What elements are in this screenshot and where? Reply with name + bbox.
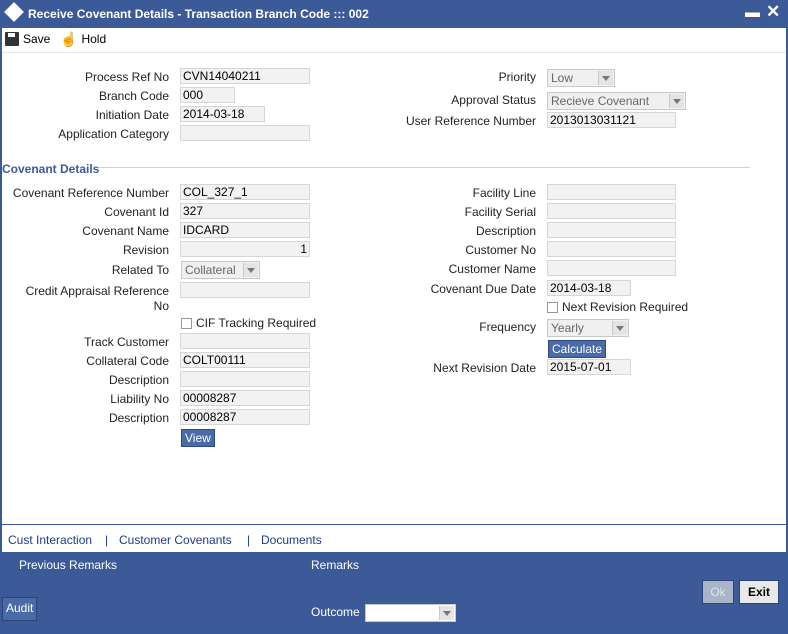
previous-remarks-label[interactable]: Previous Remarks bbox=[19, 558, 117, 572]
covenant-id-label: Covenant Id bbox=[104, 205, 169, 219]
liability-no-label: Liability No bbox=[110, 392, 169, 406]
chevron-down-icon bbox=[669, 94, 684, 108]
toolbar: Save ☝ Hold bbox=[2, 28, 786, 53]
related-to-value: Collateral bbox=[185, 263, 236, 277]
process-ref-no-label: Process Ref No bbox=[84, 70, 169, 84]
application-category-label: Application Category bbox=[58, 127, 169, 141]
facility-serial-field[interactable] bbox=[547, 203, 676, 219]
priority-value: Low bbox=[551, 71, 574, 85]
checkbox-box bbox=[547, 301, 558, 313]
initiation-date-field[interactable]: 2014-03-18 bbox=[180, 106, 265, 122]
track-customer-label: Track Customer bbox=[84, 335, 169, 349]
description2-field[interactable]: 00008287 bbox=[180, 409, 310, 425]
process-ref-no-field[interactable]: CVN14040211 bbox=[180, 68, 310, 84]
covenant-name-field[interactable]: IDCARD bbox=[180, 222, 310, 238]
frequency-value: Yearly bbox=[551, 321, 584, 335]
approval-status-label: Approval Status bbox=[451, 93, 536, 107]
next-revision-date-field[interactable]: 2015-07-01 bbox=[547, 359, 631, 375]
priority-select[interactable]: Low bbox=[547, 69, 615, 87]
description2-label: Description bbox=[108, 411, 169, 425]
revision-label: Revision bbox=[122, 243, 169, 257]
minimize-icon[interactable]: ▬ bbox=[745, 4, 760, 21]
approval-status-select[interactable]: Recieve Covenant bbox=[547, 92, 686, 110]
links-bar: Cust Interaction | Customer Covenants | … bbox=[2, 524, 786, 553]
customer-no-label: Customer No bbox=[465, 243, 536, 257]
app-diamond-icon bbox=[4, 2, 24, 22]
credit-appraisal-label: Credit Appraisal Reference No bbox=[25, 284, 169, 313]
related-to-label: Related To bbox=[111, 263, 169, 277]
remarks-label[interactable]: Remarks bbox=[311, 558, 359, 572]
cif-tracking-label: CIF Tracking Required bbox=[196, 316, 317, 330]
covenant-ref-no-label: Covenant Reference Number bbox=[12, 186, 169, 200]
view-button[interactable]: View bbox=[181, 429, 215, 447]
chevron-down-icon bbox=[439, 606, 454, 620]
documents-link[interactable]: Documents bbox=[261, 533, 322, 547]
branch-code-label: Branch Code bbox=[98, 89, 169, 103]
facility-line-field[interactable] bbox=[547, 184, 676, 200]
hold-label: Hold bbox=[81, 32, 107, 46]
window-title: Receive Covenant Details - Transaction B… bbox=[28, 7, 369, 21]
chevron-down-icon bbox=[598, 71, 613, 85]
due-date-field[interactable]: 2014-03-18 bbox=[547, 280, 631, 296]
cust-interaction-link[interactable]: Cust Interaction bbox=[8, 533, 92, 547]
description1-field[interactable] bbox=[180, 371, 310, 387]
chevron-down-icon bbox=[612, 321, 627, 335]
description-right-field[interactable] bbox=[547, 222, 676, 238]
save-button[interactable]: Save bbox=[5, 32, 50, 46]
approval-status-value: Recieve Covenant bbox=[551, 94, 650, 108]
close-icon[interactable]: ✕ bbox=[766, 2, 780, 22]
description1-label: Description bbox=[108, 373, 169, 387]
covenant-ref-no-field[interactable]: COL_327_1 bbox=[180, 184, 310, 200]
covenant-details-heading: Covenant Details bbox=[2, 162, 100, 176]
customer-name-field[interactable] bbox=[547, 260, 676, 276]
customer-covenants-link[interactable]: Customer Covenants bbox=[119, 533, 232, 547]
due-date-label: Covenant Due Date bbox=[430, 282, 536, 296]
liability-no-field[interactable]: 00008287 bbox=[180, 390, 310, 406]
frequency-label: Frequency bbox=[479, 320, 536, 334]
track-customer-field[interactable] bbox=[180, 333, 310, 349]
revision-field[interactable]: 1 bbox=[180, 241, 310, 257]
chevron-down-icon bbox=[243, 263, 258, 277]
credit-appraisal-field[interactable] bbox=[180, 282, 310, 298]
user-reference-number-field[interactable]: 2013013031121 bbox=[547, 112, 676, 128]
frequency-select[interactable]: Yearly bbox=[547, 319, 629, 337]
audit-button[interactable]: Audit bbox=[2, 597, 38, 621]
save-label: Save bbox=[23, 32, 51, 46]
cif-tracking-checkbox[interactable]: CIF Tracking Required bbox=[181, 316, 316, 330]
user-reference-number-label: User Reference Number bbox=[405, 114, 536, 128]
link-separator: | bbox=[105, 533, 109, 547]
footer: Previous Remarks Remarks Audit Outcome O… bbox=[2, 552, 786, 632]
calculate-button[interactable]: Calculate bbox=[548, 340, 607, 358]
application-category-field[interactable] bbox=[180, 125, 310, 141]
customer-no-field[interactable] bbox=[547, 241, 676, 257]
next-revision-required-label: Next Revision Required bbox=[562, 300, 689, 314]
link-separator: | bbox=[247, 533, 251, 547]
exit-button[interactable]: Exit bbox=[739, 580, 779, 604]
hold-button[interactable]: ☝ Hold bbox=[60, 32, 106, 46]
next-revision-date-label: Next Revision Date bbox=[433, 361, 536, 375]
related-to-select[interactable]: Collateral bbox=[181, 261, 260, 279]
facility-line-label: Facility Line bbox=[472, 186, 536, 200]
collateral-code-field[interactable]: COLT00111 bbox=[180, 352, 310, 368]
hand-icon: ☝ bbox=[60, 31, 78, 47]
save-icon bbox=[5, 32, 19, 46]
section-divider bbox=[98, 167, 750, 168]
initiation-date-label: Initiation Date bbox=[95, 108, 169, 122]
title-bar: Receive Covenant Details - Transaction B… bbox=[0, 0, 788, 28]
ok-button[interactable]: Ok bbox=[702, 580, 734, 604]
description-right-label: Description bbox=[475, 224, 536, 238]
branch-code-field[interactable]: 000 bbox=[180, 87, 235, 103]
customer-name-label: Customer Name bbox=[448, 262, 536, 276]
priority-label: Priority bbox=[498, 70, 536, 84]
covenant-name-label: Covenant Name bbox=[82, 224, 169, 238]
outcome-label: Outcome bbox=[311, 605, 360, 619]
facility-serial-label: Facility Serial bbox=[464, 205, 536, 219]
next-revision-required-checkbox[interactable]: Next Revision Required bbox=[547, 300, 688, 314]
collateral-code-label: Collateral Code bbox=[86, 354, 169, 368]
checkbox-box bbox=[181, 317, 192, 329]
covenant-id-field[interactable]: 327 bbox=[180, 203, 310, 219]
outcome-select[interactable] bbox=[365, 604, 456, 622]
